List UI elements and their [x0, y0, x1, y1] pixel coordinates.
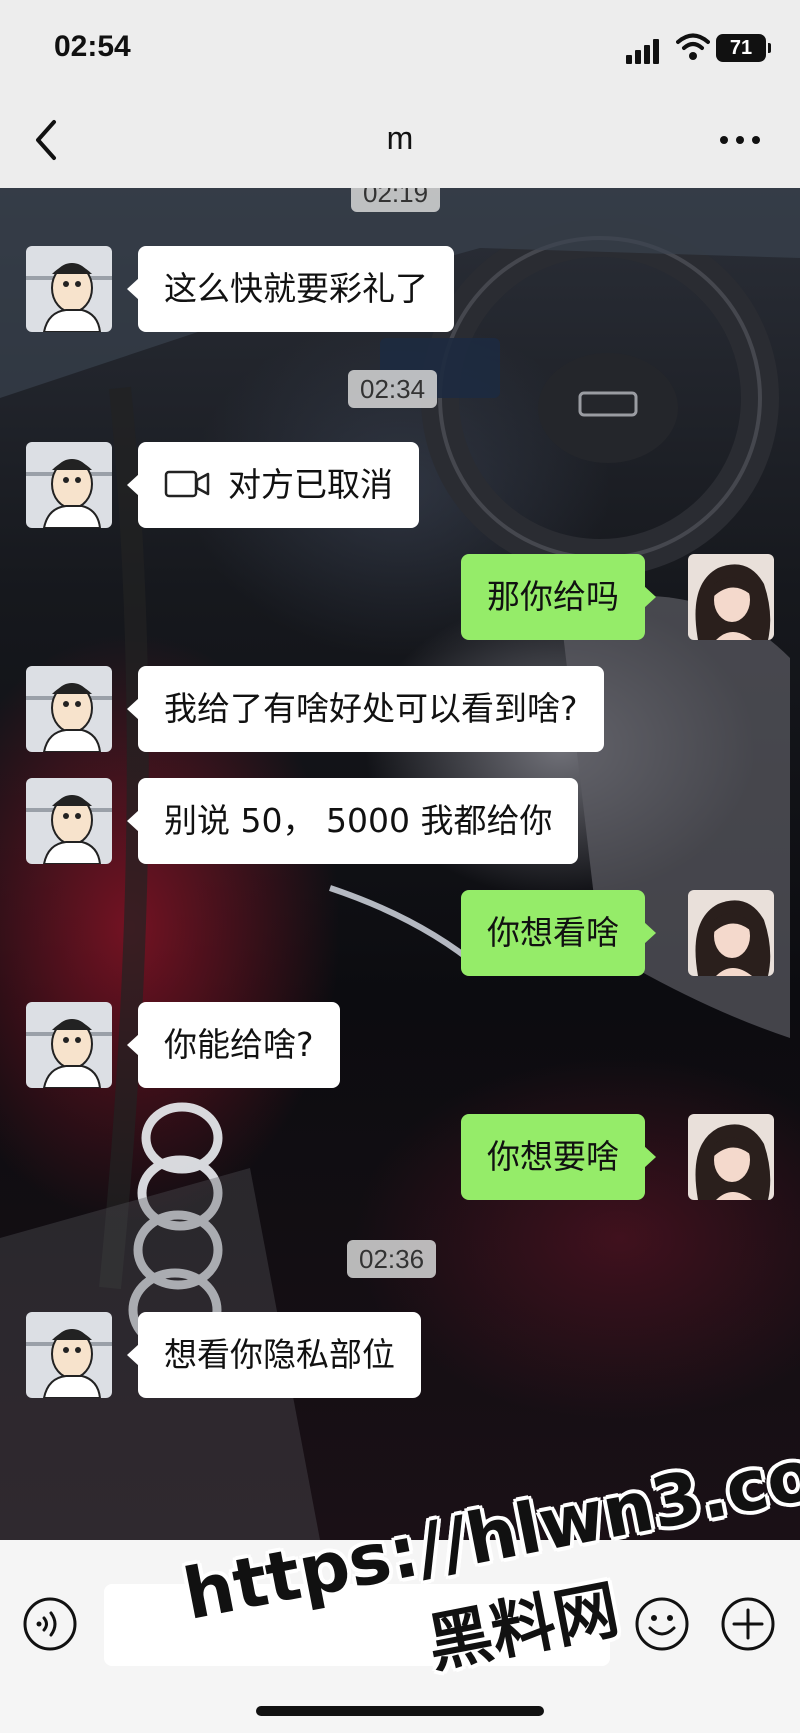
video-call-bubble[interactable]: 对方已取消	[127, 442, 419, 528]
video-call-status: 对方已取消	[228, 465, 393, 504]
user-avatar[interactable]	[688, 1114, 774, 1200]
contact-avatar[interactable]	[26, 778, 112, 864]
message-timestamp: 02:34	[348, 370, 438, 408]
voice-icon[interactable]	[22, 1596, 78, 1652]
battery-icon: 71	[716, 34, 771, 62]
contact-avatar[interactable]	[26, 666, 112, 752]
message-bubble-received[interactable]: 这么快就要彩礼了	[127, 246, 454, 332]
chat-title: m	[386, 120, 414, 156]
user-avatar[interactable]	[688, 554, 774, 640]
chat-area[interactable]: 02:19 这么快就要彩礼了 02:34 对方已取消 那你给吗 我给了有啥好处可…	[0, 188, 800, 1540]
message-timestamp: 02:19	[351, 188, 441, 212]
message-bubble-received[interactable]: 别说 50， 5000 我都给你	[126, 778, 579, 864]
message-bubble-sent[interactable]: 你想要啥	[461, 1114, 656, 1200]
message-bubble-received[interactable]: 我给了有啥好处可以看到啥?	[127, 666, 604, 752]
more-dots-icon[interactable]	[718, 128, 762, 152]
home-indicator	[256, 1706, 544, 1716]
signal-icon	[626, 38, 666, 64]
user-avatar[interactable]	[688, 890, 774, 976]
message-bubble-sent[interactable]: 你想看啥	[461, 890, 656, 976]
message-bubble-received[interactable]: 你能给啥?	[127, 1002, 340, 1088]
wifi-icon	[676, 33, 710, 60]
video-call-icon	[164, 470, 210, 497]
contact-avatar[interactable]	[26, 246, 112, 332]
contact-avatar[interactable]	[26, 442, 112, 528]
message-bubble-sent[interactable]: 那你给吗	[461, 554, 656, 640]
status-bar: 02:54 71	[0, 0, 800, 92]
message-timestamp: 02:36	[347, 1240, 437, 1278]
clock: 02:54	[54, 30, 131, 63]
message-bubble-received[interactable]: 想看你隐私部位	[127, 1312, 421, 1398]
contact-avatar[interactable]	[26, 1002, 112, 1088]
contact-avatar[interactable]	[26, 1312, 112, 1398]
chat-header: m	[0, 92, 800, 188]
